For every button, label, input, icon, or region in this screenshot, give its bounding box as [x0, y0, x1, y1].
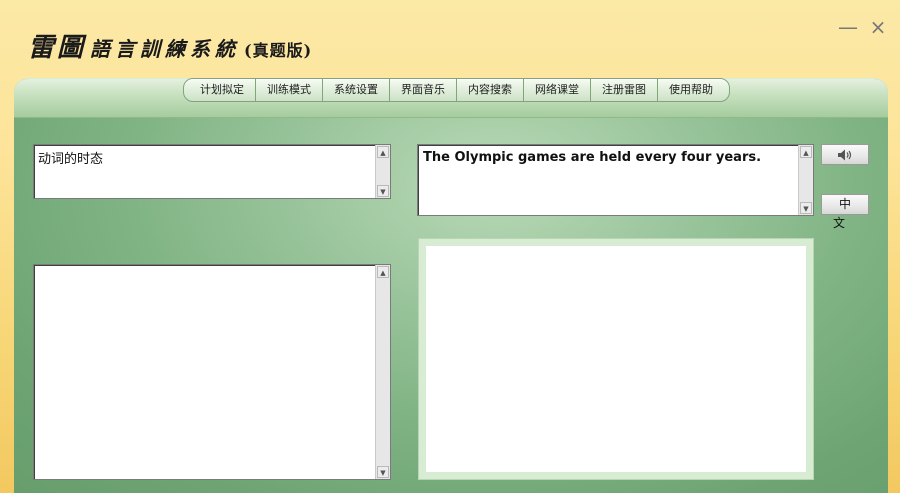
app-edition: (真题版)	[244, 41, 313, 60]
notes-scrollbar[interactable]: ▲ ▼	[375, 265, 390, 479]
minimize-button[interactable]: —	[838, 17, 858, 37]
sentence-text: The Olympic games are held every four ye…	[423, 150, 762, 165]
app-window: 雷圖 語言訓練系統 (真题版) — × 计划拟定 训练模式 系统设置 界面音乐 内容…	[0, 0, 900, 493]
chinese-translation-button[interactable]: 中文	[821, 194, 869, 230]
speaker-icon	[838, 149, 852, 160]
tab-content-search[interactable]: 内容搜索	[456, 78, 524, 102]
speaker-button[interactable]	[821, 144, 869, 165]
scroll-up-arrow-icon[interactable]: ▲	[377, 266, 389, 278]
scroll-down-arrow-icon[interactable]: ▼	[377, 466, 389, 478]
topic-textbox[interactable]: 动词的时态 ▲ ▼	[33, 144, 391, 199]
tab-online-class[interactable]: 网络课堂	[523, 78, 591, 102]
display-panel	[418, 238, 814, 480]
sentence-scrollbar[interactable]: ▲ ▼	[798, 145, 813, 215]
scroll-up-arrow-icon[interactable]: ▲	[800, 146, 812, 158]
tab-register[interactable]: 注册雷图	[590, 78, 658, 102]
sentence-textbox[interactable]: The Olympic games are held every four ye…	[417, 144, 814, 216]
display-area	[426, 246, 806, 472]
tab-training-mode[interactable]: 训练模式	[255, 78, 323, 102]
tab-system-settings[interactable]: 系统设置	[322, 78, 390, 102]
app-name: 語言訓練系統	[90, 37, 241, 61]
topic-text: 动词的时态	[38, 152, 104, 167]
app-logo-text: 雷圖	[28, 33, 87, 63]
tab-help[interactable]: 使用帮助	[657, 78, 730, 102]
topic-scrollbar[interactable]: ▲ ▼	[375, 145, 390, 198]
scroll-down-arrow-icon[interactable]: ▼	[377, 185, 389, 197]
scroll-down-arrow-icon[interactable]: ▼	[800, 202, 812, 214]
tab-interface-music[interactable]: 界面音乐	[389, 78, 457, 102]
scroll-up-arrow-icon[interactable]: ▲	[377, 146, 389, 158]
app-title: 雷圖 語言訓練系統 (真题版)	[28, 27, 312, 64]
menu-tabbar: 计划拟定 训练模式 系统设置 界面音乐 内容搜索 网络课堂 注册雷图 使用帮助	[183, 78, 730, 102]
close-button[interactable]: ×	[869, 17, 887, 37]
notes-textbox[interactable]: ▲ ▼	[33, 264, 391, 480]
tab-plan[interactable]: 计划拟定	[183, 78, 256, 102]
